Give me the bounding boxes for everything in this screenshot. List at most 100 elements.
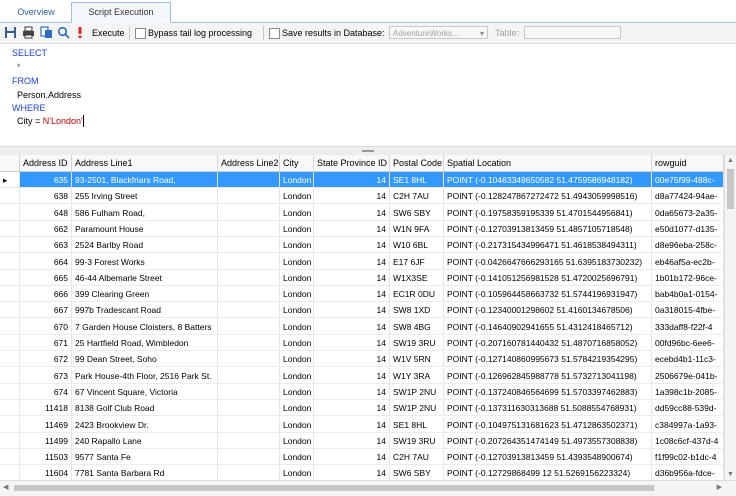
table-cell[interactable]: POINT (-0.207160781440432 51.48707168580… [444, 335, 652, 351]
database-select[interactable]: AdventureWorks... ▾ [389, 26, 488, 39]
table-cell[interactable]: 664 [20, 253, 72, 270]
table-cell[interactable]: 2524 Barlby Road [72, 237, 218, 254]
table-cell[interactable] [218, 465, 280, 480]
table-cell[interactable]: 14 [314, 302, 390, 319]
table-cell[interactable]: f1f99c02-b1dc-4 [652, 449, 724, 466]
table-cell[interactable]: 1b01b172-96ce- [652, 269, 724, 286]
table-cell[interactable]: 99-3 Forest Works [72, 253, 218, 270]
table-cell[interactable]: POINT (-0.12729868499 12 51.526915622332… [444, 465, 652, 480]
table-cell[interactable]: W1X3SE [390, 269, 444, 286]
table-cell[interactable]: 14 [314, 220, 390, 237]
table-cell[interactable]: 648 [20, 204, 72, 221]
table-cell[interactable]: 997b Tradescant Road [72, 302, 218, 319]
table-cell[interactable]: POINT (-0.10463349650582 51.475958694818… [444, 172, 652, 188]
row-indicator[interactable] [0, 220, 20, 237]
table-cell[interactable]: POINT (-0.127140860995673 51.57842193542… [444, 351, 652, 368]
table-cell[interactable]: 14 [314, 383, 390, 400]
execute-button[interactable]: Execute [92, 25, 125, 41]
table-cell[interactable]: 25 Hartfield Road, Wimbledon [72, 335, 218, 351]
table-cell[interactable] [218, 204, 280, 221]
table-cell[interactable]: C2H 7AU [390, 188, 444, 205]
row-indicator[interactable] [0, 367, 20, 384]
table-cell[interactable]: SW8 4BG [390, 318, 444, 335]
table-cell[interactable]: 2423 Brookview Dr. [72, 416, 218, 433]
table-cell[interactable] [218, 367, 280, 384]
table-cell[interactable]: POINT (-0.14640902941655 51.431241846571… [444, 318, 652, 335]
table-cell[interactable]: London [280, 367, 314, 384]
table-cell[interactable]: W1V 5RN [390, 351, 444, 368]
table-cell[interactable]: 14 [314, 237, 390, 254]
row-indicator[interactable] [0, 253, 20, 270]
execute-icon[interactable] [76, 26, 84, 39]
table-cell[interactable]: London [280, 416, 314, 433]
table-cell[interactable] [218, 172, 280, 188]
table-cell[interactable]: SW19 3RU [390, 335, 444, 351]
scroll-up-icon[interactable]: ▲ [727, 157, 734, 164]
table-row[interactable]: 11503 9577 Santa Fe London 14 C2H 7AU POINT (… [0, 449, 724, 466]
table-cell[interactable]: London [280, 335, 314, 351]
table-row[interactable]: 11499 240 Rapallo Lane London 14 SW19 3RU POI… [0, 432, 724, 449]
save-results-checkbox[interactable] [269, 28, 280, 39]
table-cell[interactable]: 7 Garden House Cloisters, 8 Batters [72, 318, 218, 335]
table-cell[interactable]: POINT (-0.207264351474149 51.49735573088… [444, 432, 652, 449]
table-cell[interactable]: 14 [314, 318, 390, 335]
table-cell[interactable] [218, 237, 280, 254]
table-cell[interactable]: 99 Dean Street, Soho [72, 351, 218, 368]
table-cell[interactable]: 14 [314, 449, 390, 466]
table-cell[interactable]: E17 6JF [390, 253, 444, 270]
table-cell[interactable]: SE1 8HL [390, 416, 444, 433]
table-cell[interactable]: POINT (-0.19758359195339 51.470154495684… [444, 204, 652, 221]
scroll-right-icon[interactable]: ▶ [717, 483, 722, 491]
current-row-indicator-icon[interactable]: ▸ [0, 172, 20, 188]
table-cell[interactable]: 11604 [20, 465, 72, 480]
tab-overview[interactable]: Overview [2, 3, 70, 22]
table-row[interactable]: 672 99 Dean Street, Soho London 14 W1V 5RN PO… [0, 351, 724, 368]
table-cell[interactable]: W1N 9FA [390, 220, 444, 237]
table-cell[interactable]: bab4b0a1-0154- [652, 286, 724, 303]
table-cell[interactable]: 662 [20, 220, 72, 237]
table-cell[interactable]: d8e96eba-258c- [652, 237, 724, 254]
table-row[interactable]: 662 Paramount House London 14 W1N 9FA POINT (… [0, 220, 724, 237]
row-indicator[interactable] [0, 432, 20, 449]
table-cell[interactable]: d36b956a-fdce- [652, 465, 724, 480]
table-cell[interactable]: London [280, 383, 314, 400]
table-cell[interactable]: SW19 3RU [390, 432, 444, 449]
table-row[interactable]: 665 46-44 Albemarle Street London 14 W1X3SE P… [0, 269, 724, 286]
table-cell[interactable]: POINT (-0.126962845988778 51.57327130411… [444, 367, 652, 384]
column-header[interactable]: State Province ID [314, 155, 390, 172]
sql-editor[interactable]: SELECT * FROM Person.Address WHERE City … [0, 44, 736, 146]
table-cell[interactable]: POINT (-0.105964458663732 51.57441969319… [444, 286, 652, 303]
table-cell[interactable]: POINT (-0.137311630313688 51.50885547689… [444, 400, 652, 417]
row-indicator[interactable] [0, 188, 20, 205]
table-cell[interactable]: 666 [20, 286, 72, 303]
table-input[interactable] [524, 26, 621, 39]
table-cell[interactable]: 638 [20, 188, 72, 205]
vertical-scrollbar[interactable]: ▲ ▼ [724, 155, 736, 480]
table-cell[interactable]: 14 [314, 269, 390, 286]
table-cell[interactable] [218, 432, 280, 449]
table-cell[interactable]: C2H 7AU [390, 449, 444, 466]
table-cell[interactable]: SW1P 2NU [390, 400, 444, 417]
vertical-scroll-thumb[interactable] [727, 169, 734, 209]
table-row[interactable]: 648 586 Fulham Road, London 14 SW6 SBY POINT … [0, 204, 724, 221]
table-row[interactable]: 670 7 Garden House Cloisters, 8 Batters Lo… [0, 318, 724, 335]
table-cell[interactable]: London [280, 400, 314, 417]
table-cell[interactable]: 46-44 Albemarle Street [72, 269, 218, 286]
table-cell[interactable]: d8a77424-94ae- [652, 188, 724, 205]
row-indicator[interactable] [0, 383, 20, 400]
table-cell[interactable]: 671 [20, 335, 72, 351]
row-indicator[interactable] [0, 351, 20, 368]
table-cell[interactable]: 672 [20, 351, 72, 368]
table-cell[interactable]: SW8 1XD [390, 302, 444, 319]
table-cell[interactable]: 255 Irving Street [72, 188, 218, 205]
table-cell[interactable]: 667 [20, 302, 72, 319]
row-indicator[interactable] [0, 204, 20, 221]
horizontal-scrollbar[interactable]: ◀ ▶ [0, 480, 736, 496]
table-cell[interactable] [218, 400, 280, 417]
table-row[interactable]: 11418 8138 Golf Club Road London 14 SW1P 2NU… [0, 400, 724, 417]
table-cell[interactable]: Paramount House [72, 220, 218, 237]
column-header[interactable]: Address Line1 [72, 155, 218, 172]
table-cell[interactable]: SW6 SBY [390, 204, 444, 221]
row-indicator[interactable] [0, 286, 20, 303]
table-cell[interactable]: W10 6BL [390, 237, 444, 254]
